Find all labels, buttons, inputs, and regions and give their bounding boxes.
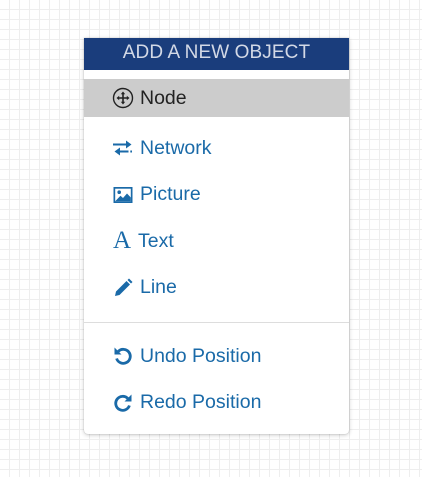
redo-icon (112, 392, 134, 414)
menu-item-node[interactable]: Node (84, 79, 349, 117)
menu-item-label: Line (140, 276, 177, 299)
pencil-icon (112, 277, 134, 299)
menu-item-line[interactable]: Line (84, 265, 349, 312)
menu-gap (84, 70, 349, 79)
menu-item-undo-position[interactable]: Undo Position (84, 333, 349, 380)
menu-item-redo-position[interactable]: Redo Position (84, 380, 349, 427)
exchange-arrows-icon (112, 137, 134, 159)
menu-item-network[interactable]: Network (84, 125, 349, 172)
menu-header: ADD A NEW OBJECT (84, 38, 349, 70)
menu-item-label: Text (138, 229, 174, 252)
menu-item-text[interactable]: A Text (84, 218, 349, 265)
context-menu: ADD A NEW OBJECT Node Network Picture A … (84, 38, 349, 434)
menu-item-label: Network (140, 136, 212, 159)
menu-item-picture[interactable]: Picture (84, 172, 349, 219)
menu-item-label: Picture (140, 183, 201, 206)
menu-divider (84, 322, 349, 323)
menu-item-label: Redo Position (140, 391, 262, 414)
picture-icon (112, 184, 134, 206)
menu-spacer (84, 117, 349, 125)
undo-icon (112, 345, 134, 367)
text-letter-icon: A (112, 227, 132, 255)
menu-item-label: Undo Position (140, 344, 262, 367)
menu-item-label: Node (140, 86, 187, 109)
move-arrows-icon (112, 87, 134, 109)
